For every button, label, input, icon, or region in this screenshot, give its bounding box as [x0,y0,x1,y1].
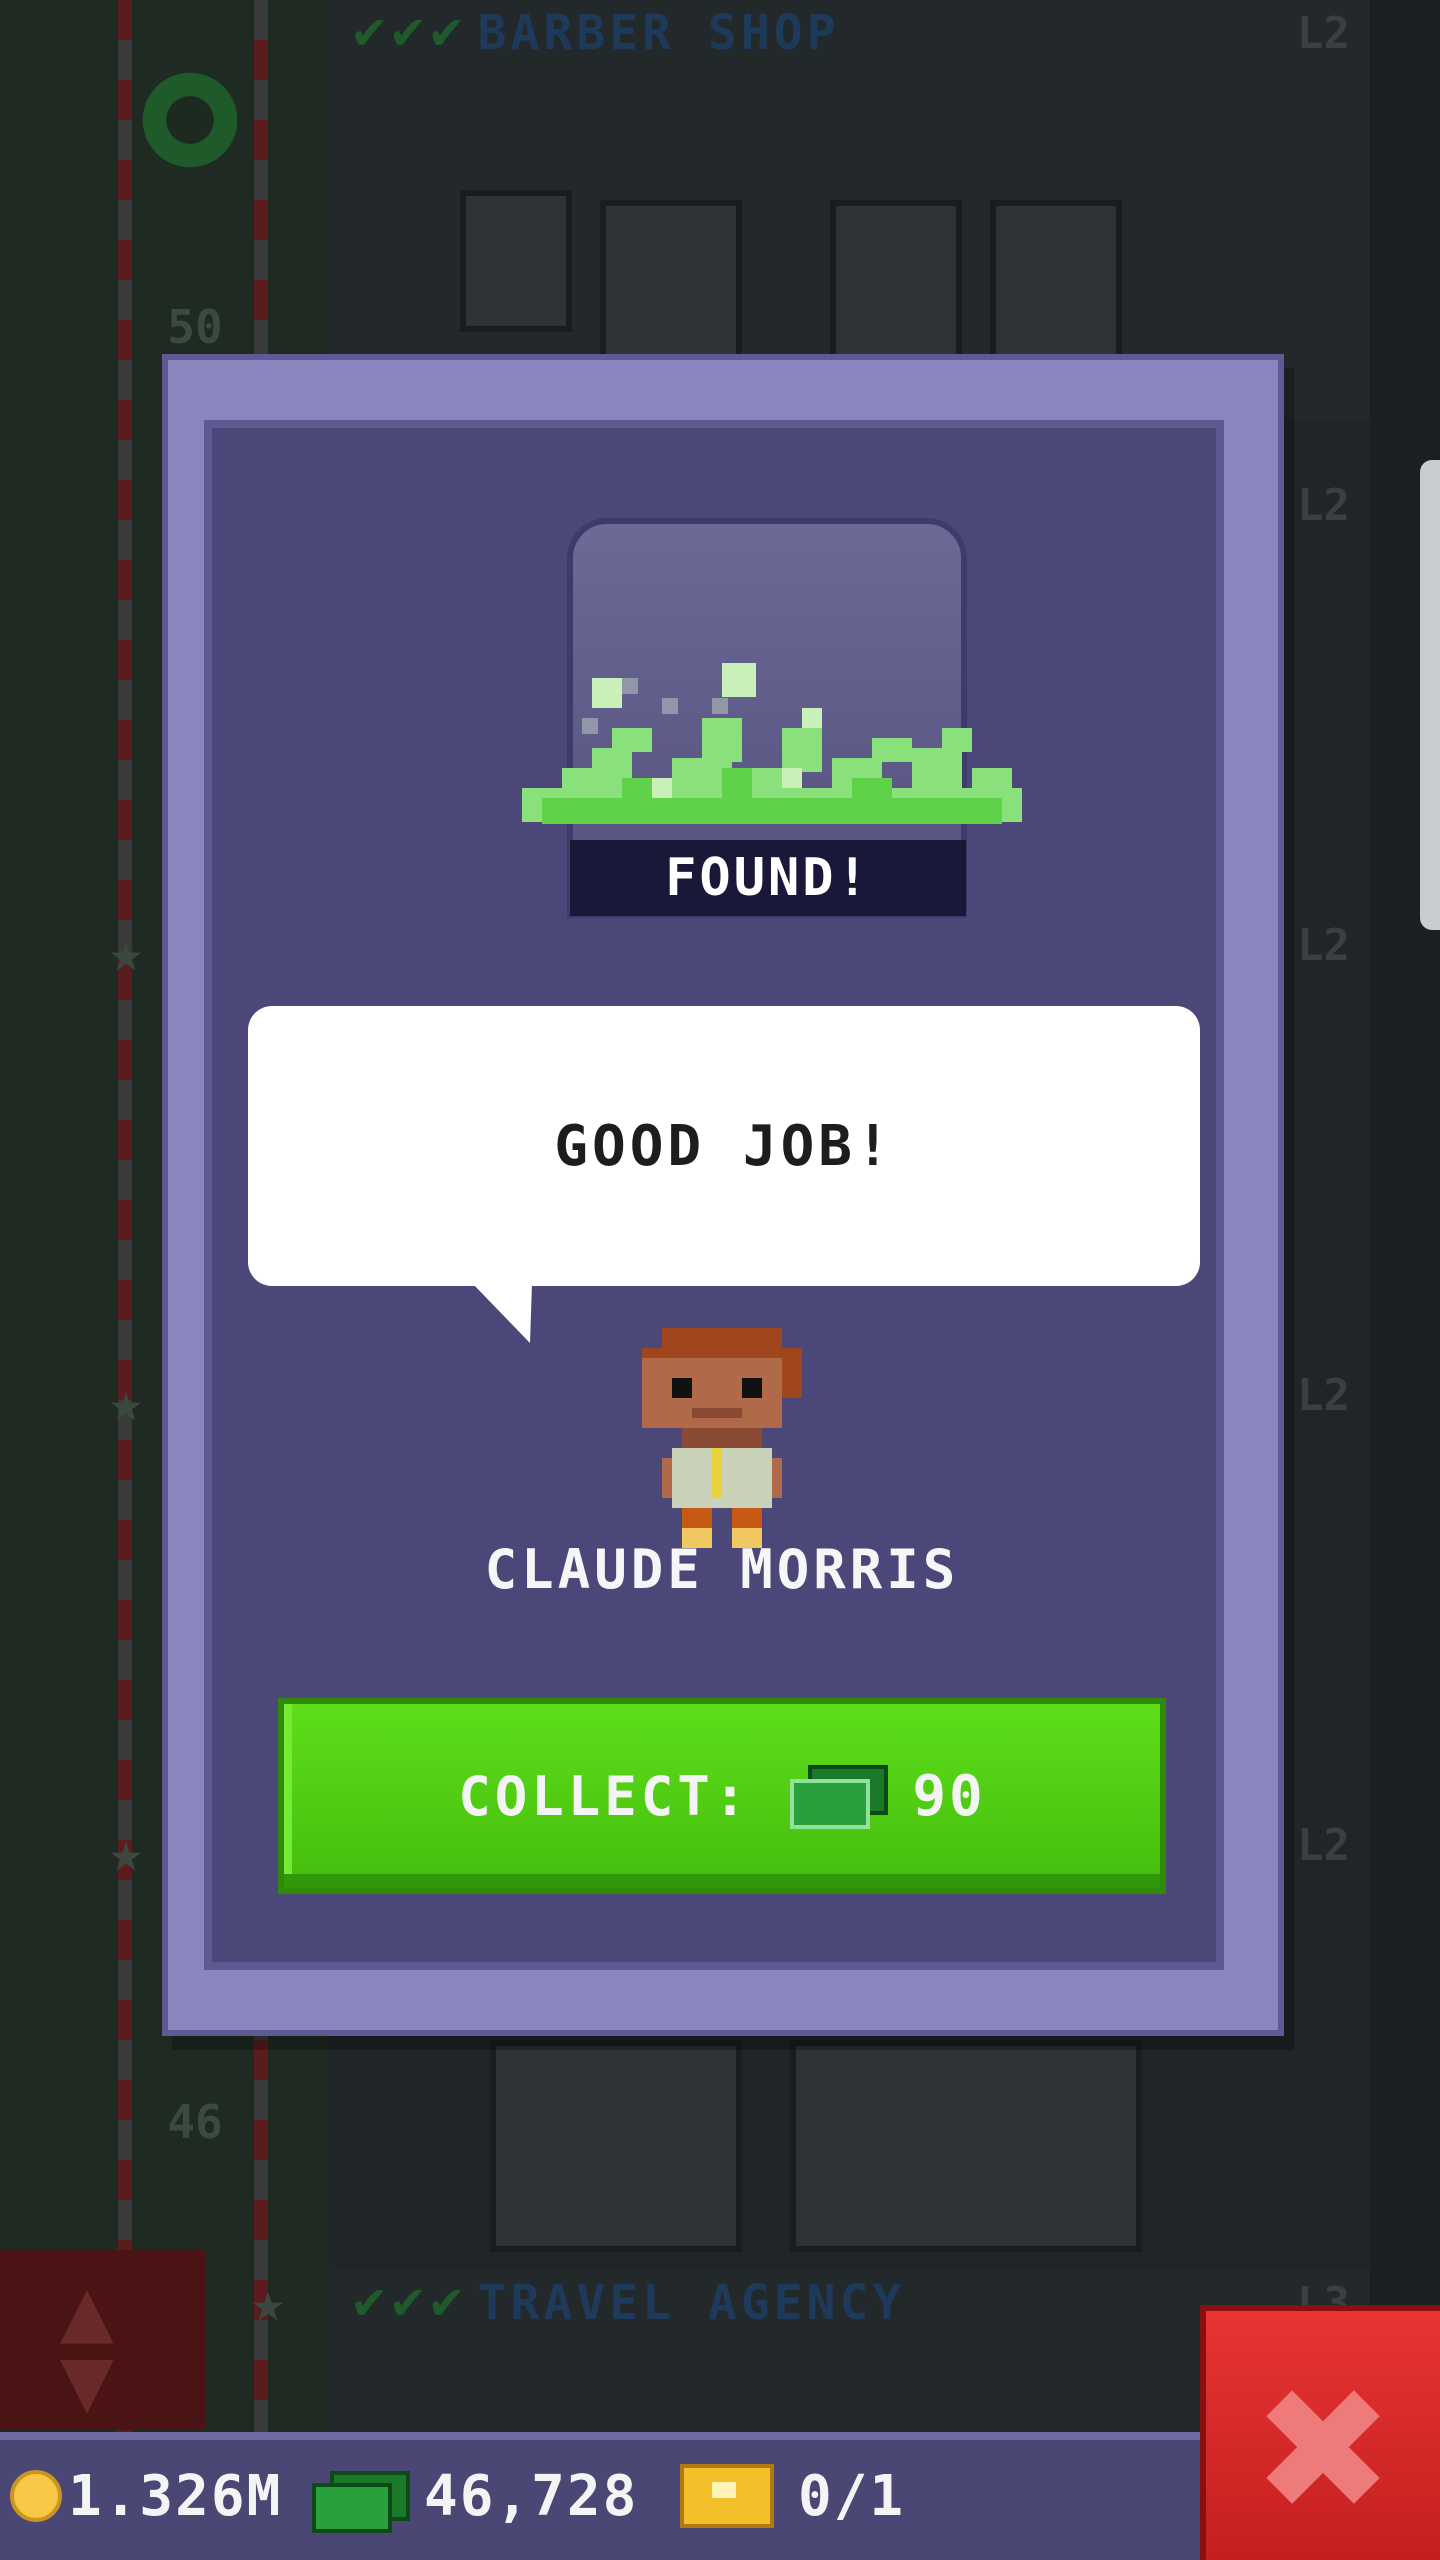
floor-level: L2 [1297,920,1350,971]
floor-name: TRAVEL AGENCY [477,2275,906,2331]
star-icon: ★ [109,1820,143,1885]
right-strip [1370,0,1440,2440]
tickets-value: 0/1 [798,2463,906,2529]
floor-number: 46 [167,2095,223,2149]
status-bar: 1.326M 46,728 0/1 [0,2432,1200,2560]
coins-value: 1.326M [68,2463,283,2529]
found-banner: FOUND! [570,840,966,916]
bux-icon [312,2471,410,2533]
side-tab[interactable] [1420,460,1440,930]
check-icon: ✔✔✔ [350,6,466,60]
floor-level: L2 [1297,1820,1350,1871]
shop-decor [490,2040,742,2252]
check-icon: ✔✔✔ [350,2276,466,2330]
green-slime-icon [522,663,1022,824]
arrow-down-icon: ▼ [60,2340,114,2422]
collect-amount: 90 [912,1763,986,1829]
ticket-icon [680,2464,774,2528]
shop-decor [460,190,572,332]
elevator-button[interactable]: ▲ ▼ [0,2250,205,2430]
bux-counter[interactable]: 46,728 [312,2432,638,2560]
character-name: CLAUDE MORRIS [484,1538,960,1601]
coins-counter[interactable]: 1.326M [10,2432,282,2560]
coin-icon [10,2470,62,2522]
tickets-counter[interactable]: 0/1 [680,2432,905,2560]
speech-bubble: GOOD JOB! [248,1006,1200,1286]
star-icon: ★ [109,920,143,985]
elevator-rail [118,0,132,2440]
bux-icon [790,1765,889,1829]
floor-level: L2 [1297,8,1350,59]
dialog-panel: FOUND! GOOD JOB! CLAUDE MORRIS COLLECT: … [204,420,1224,1970]
close-icon: ✖ [1251,2351,1395,2550]
bux-value: 46,728 [424,2463,639,2529]
star-icon: ★ [251,2270,285,2335]
collect-label: COLLECT: [458,1764,751,1828]
speech-bubble-tail [472,1283,560,1343]
shop-decor [790,2040,1142,2252]
character-sprite [642,1328,802,1548]
floor-level: L2 [1297,480,1350,531]
found-label: FOUND! [665,848,871,908]
found-item-dialog: FOUND! GOOD JOB! CLAUDE MORRIS COLLECT: … [168,360,1278,2030]
close-button[interactable]: ✖ [1200,2305,1440,2560]
collect-button[interactable]: COLLECT: 90 [278,1698,1166,1894]
wreath-icon [140,60,240,180]
floor-number: 50 [167,300,223,354]
floor-name: BARBER SHOP [477,5,840,61]
floor-level: L2 [1297,1370,1350,1421]
speech-text: GOOD JOB! [554,1113,894,1179]
star-icon: ★ [109,1370,143,1435]
